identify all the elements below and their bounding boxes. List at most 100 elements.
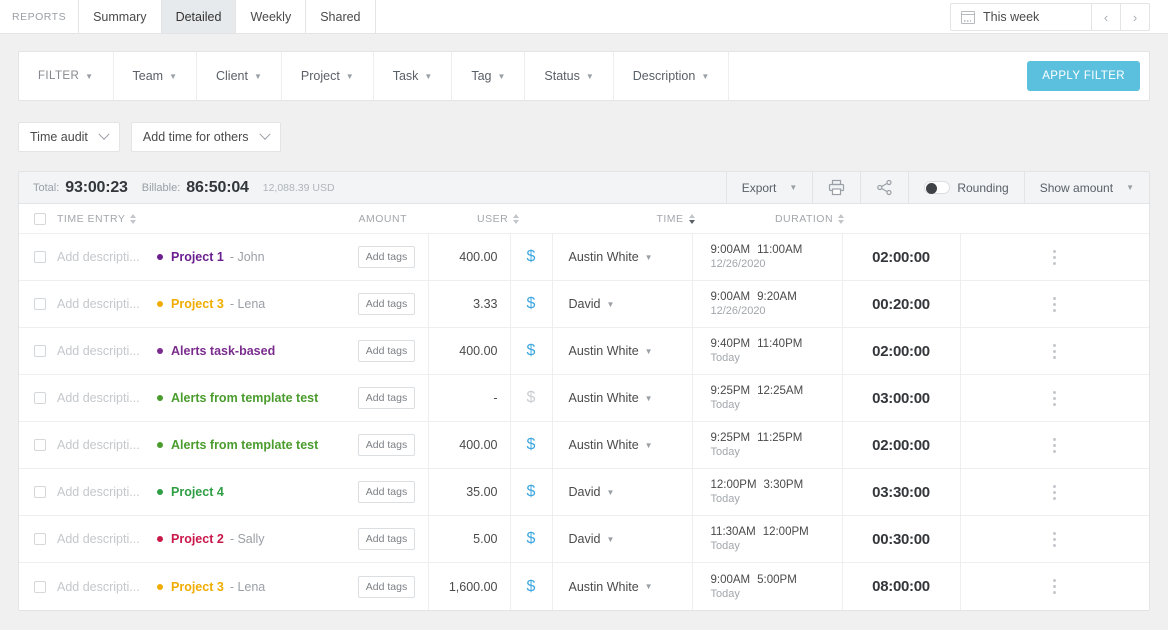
- row-amount[interactable]: 1,600.00: [428, 563, 510, 610]
- row-billable-toggle[interactable]: $: [510, 469, 552, 515]
- row-more-menu[interactable]: [960, 375, 1150, 421]
- row-more-menu[interactable]: [960, 422, 1150, 468]
- row-user-dropdown[interactable]: Austin White▼: [552, 422, 692, 468]
- filter-dropdown-filter[interactable]: FILTER▼: [19, 52, 114, 100]
- row-description-input[interactable]: Add descripti...: [57, 344, 157, 358]
- show-amount-dropdown[interactable]: Show amount ▼: [1024, 172, 1149, 203]
- add-tags-button[interactable]: Add tags: [358, 293, 415, 315]
- row-project-cell[interactable]: Project 4: [157, 485, 346, 499]
- row-user-dropdown[interactable]: David▼: [552, 469, 692, 515]
- row-duration[interactable]: 03:30:00: [842, 469, 960, 515]
- filter-dropdown-team[interactable]: Team▼: [114, 52, 198, 100]
- row-time-cell[interactable]: 9:00AM11:00AM12/26/2020: [692, 234, 842, 280]
- time-audit-dropdown[interactable]: Time audit: [18, 122, 120, 152]
- row-user-dropdown[interactable]: Austin White▼: [552, 234, 692, 280]
- header-duration[interactable]: DURATION: [751, 213, 869, 225]
- row-billable-toggle[interactable]: $: [510, 422, 552, 468]
- row-checkbox[interactable]: [34, 486, 46, 498]
- share-button[interactable]: [860, 172, 908, 203]
- row-checkbox[interactable]: [34, 251, 46, 263]
- select-all-checkbox[interactable]: [34, 213, 46, 225]
- row-time-cell[interactable]: 9:00AM5:00PMToday: [692, 563, 842, 610]
- row-project-cell[interactable]: Alerts from template test: [157, 438, 346, 452]
- row-description-input[interactable]: Add descripti...: [57, 438, 157, 452]
- row-more-menu[interactable]: [960, 563, 1150, 610]
- row-time-cell[interactable]: 12:00PM3:30PMToday: [692, 469, 842, 515]
- row-duration[interactable]: 08:00:00: [842, 563, 960, 610]
- row-time-cell[interactable]: 9:00AM9:20AM12/26/2020: [692, 281, 842, 327]
- row-description-input[interactable]: Add descripti...: [57, 391, 157, 405]
- row-description-input[interactable]: Add descripti...: [57, 250, 157, 264]
- row-duration[interactable]: 02:00:00: [842, 234, 960, 280]
- row-billable-toggle[interactable]: $: [510, 563, 552, 610]
- header-time[interactable]: TIME: [601, 213, 751, 225]
- row-user-dropdown[interactable]: Austin White▼: [552, 375, 692, 421]
- row-billable-toggle[interactable]: $: [510, 234, 552, 280]
- row-user-dropdown[interactable]: David▼: [552, 516, 692, 562]
- row-duration[interactable]: 00:20:00: [842, 281, 960, 327]
- row-more-menu[interactable]: [960, 234, 1150, 280]
- row-description-input[interactable]: Add descripti...: [57, 297, 157, 311]
- filter-dropdown-task[interactable]: Task▼: [374, 52, 453, 100]
- row-project-cell[interactable]: Alerts task-based: [157, 344, 346, 358]
- add-time-for-others-dropdown[interactable]: Add time for others: [131, 122, 281, 152]
- row-user-dropdown[interactable]: Austin White▼: [552, 328, 692, 374]
- row-checkbox[interactable]: [34, 581, 46, 593]
- row-more-menu[interactable]: [960, 328, 1150, 374]
- header-time-entry[interactable]: TIME ENTRY: [57, 213, 337, 225]
- row-amount[interactable]: 5.00: [428, 516, 510, 562]
- row-duration[interactable]: 03:00:00: [842, 375, 960, 421]
- row-amount[interactable]: 400.00: [428, 328, 510, 374]
- row-time-cell[interactable]: 11:30AM12:00PMToday: [692, 516, 842, 562]
- row-checkbox[interactable]: [34, 439, 46, 451]
- tab-weekly[interactable]: Weekly: [236, 0, 306, 33]
- row-project-cell[interactable]: Project 1- John: [157, 250, 346, 264]
- row-billable-toggle[interactable]: $: [510, 328, 552, 374]
- row-time-cell[interactable]: 9:40PM11:40PMToday: [692, 328, 842, 374]
- row-checkbox[interactable]: [34, 298, 46, 310]
- row-more-menu[interactable]: [960, 469, 1150, 515]
- row-amount[interactable]: 400.00: [428, 422, 510, 468]
- row-billable-toggle[interactable]: $: [510, 281, 552, 327]
- row-user-dropdown[interactable]: David▼: [552, 281, 692, 327]
- export-dropdown[interactable]: Export ▼: [726, 172, 813, 203]
- tab-shared[interactable]: Shared: [306, 0, 375, 33]
- add-tags-button[interactable]: Add tags: [358, 434, 415, 456]
- row-description-input[interactable]: Add descripti...: [57, 580, 157, 594]
- date-range-button[interactable]: This week: [951, 4, 1091, 30]
- row-time-cell[interactable]: 9:25PM12:25AMToday: [692, 375, 842, 421]
- tab-detailed[interactable]: Detailed: [162, 0, 237, 33]
- filter-dropdown-description[interactable]: Description▼: [614, 52, 729, 100]
- filter-dropdown-project[interactable]: Project▼: [282, 52, 374, 100]
- filter-dropdown-tag[interactable]: Tag▼: [452, 52, 525, 100]
- header-amount[interactable]: AMOUNT: [337, 213, 419, 225]
- row-duration[interactable]: 02:00:00: [842, 422, 960, 468]
- filter-dropdown-status[interactable]: Status▼: [525, 52, 613, 100]
- add-tags-button[interactable]: Add tags: [358, 528, 415, 550]
- row-more-menu[interactable]: [960, 516, 1150, 562]
- row-description-input[interactable]: Add descripti...: [57, 485, 157, 499]
- row-time-cell[interactable]: 9:25PM11:25PMToday: [692, 422, 842, 468]
- tab-summary[interactable]: Summary: [79, 0, 161, 33]
- filter-dropdown-client[interactable]: Client▼: [197, 52, 282, 100]
- add-tags-button[interactable]: Add tags: [358, 246, 415, 268]
- row-description-input[interactable]: Add descripti...: [57, 532, 157, 546]
- print-button[interactable]: [812, 172, 860, 203]
- row-project-cell[interactable]: Alerts from template test: [157, 391, 346, 405]
- row-project-cell[interactable]: Project 2- Sally: [157, 532, 346, 546]
- row-duration[interactable]: 00:30:00: [842, 516, 960, 562]
- row-checkbox[interactable]: [34, 345, 46, 357]
- row-billable-toggle[interactable]: $: [510, 516, 552, 562]
- row-amount[interactable]: 3.33: [428, 281, 510, 327]
- row-checkbox[interactable]: [34, 392, 46, 404]
- add-tags-button[interactable]: Add tags: [358, 481, 415, 503]
- add-tags-button[interactable]: Add tags: [358, 340, 415, 362]
- row-duration[interactable]: 02:00:00: [842, 328, 960, 374]
- row-user-dropdown[interactable]: Austin White▼: [552, 563, 692, 610]
- add-tags-button[interactable]: Add tags: [358, 387, 415, 409]
- header-user[interactable]: USER: [461, 213, 601, 225]
- date-next-button[interactable]: ›: [1120, 4, 1149, 30]
- row-more-menu[interactable]: [960, 281, 1150, 327]
- row-amount[interactable]: 35.00: [428, 469, 510, 515]
- row-amount[interactable]: -: [428, 375, 510, 421]
